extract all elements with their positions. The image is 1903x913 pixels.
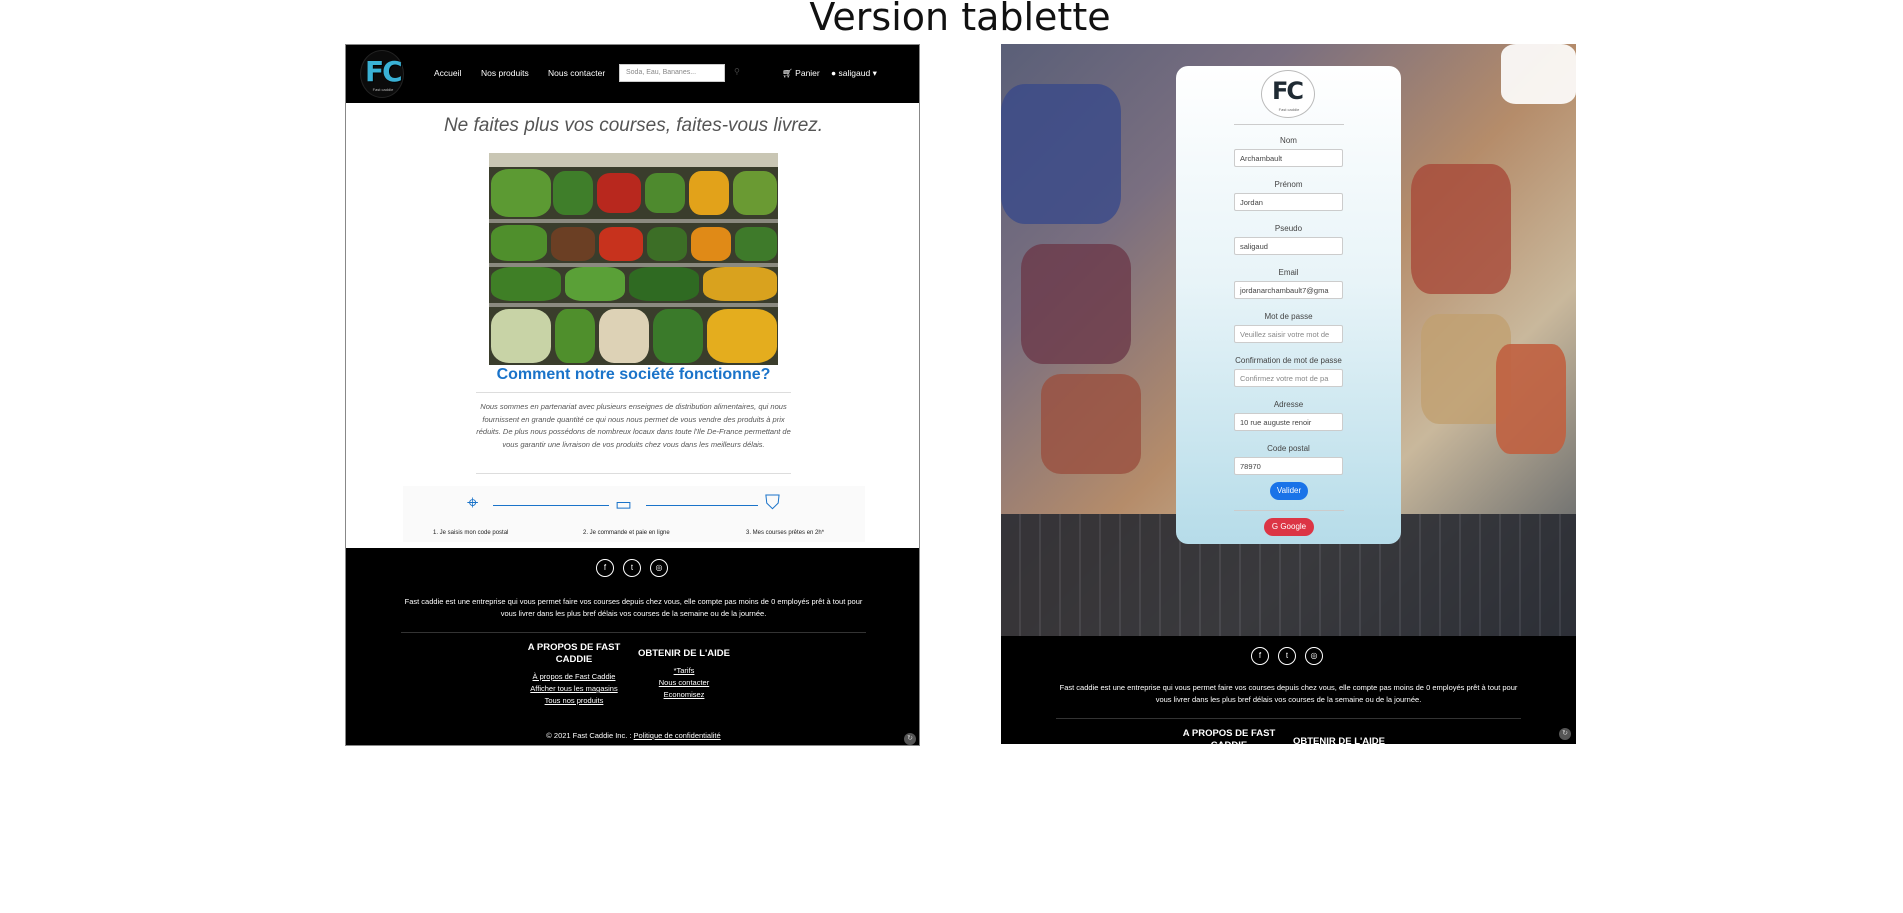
divider [401,632,866,633]
postal-code-field[interactable]: 78970 [1234,457,1343,475]
last-name-field[interactable]: Archambault [1234,149,1343,167]
footer-col-about-title: A PROPOS DE FAST CADDIE [1182,728,1276,744]
field-label: Mot de passe [1264,312,1313,321]
badge-icon: ↻ [904,733,916,745]
logo: FC Fast caddie [1261,70,1315,118]
field-label: Adresse [1273,400,1304,409]
search-input[interactable]: Soda, Eau, Bananes... [619,64,725,82]
step-label: 2. Je commande et paie en ligne [583,530,670,536]
instagram-icon[interactable]: ◎ [1305,647,1323,665]
user-menu[interactable]: ● saligaud ▾ [831,68,877,79]
shopping-bags-icon: ⛉ [765,492,780,514]
nav-link-home[interactable]: Accueil [434,68,461,78]
footer: f t ◎ Fast caddie est une entreprise qui… [1001,636,1576,744]
cart-label: Panier [795,68,820,78]
footer-link[interactable]: Afficher tous les magasins [524,684,624,693]
register-form: FC Fast caddie Nom Archambault Prénom Jo… [1176,66,1401,544]
step-label: 3. Mes courses prêtes en 2h* [746,530,825,536]
facebook-icon[interactable]: f [1251,647,1269,665]
cart-icon: 🛒︎ [782,68,793,78]
facebook-icon[interactable]: f [596,559,614,577]
tablet-register-screenshot: FC Fast caddie Nom Archambault Prénom Jo… [1001,44,1576,744]
instagram-icon[interactable]: ◎ [650,559,668,577]
password-confirm-field[interactable]: Confirmez votre mot de pa [1234,369,1343,387]
footer-description: Fast caddie est une entreprise qui vous … [404,597,863,618]
submit-button[interactable]: Valider [1270,482,1308,500]
caret-down-icon: ▾ [872,68,877,78]
nav-link-contact[interactable]: Nous contacter [548,68,605,78]
footer-link[interactable]: *Tarifs [634,666,734,675]
logo[interactable]: FC Fast caddie [360,50,404,98]
grocery-shelf-image [489,153,778,365]
footer-link[interactable]: À propos de Fast Caddie [524,672,624,681]
password-field[interactable]: Veuillez saisir votre mot de [1234,325,1343,343]
google-login-button[interactable]: G Google [1264,518,1314,536]
field-label: Nom [1280,136,1297,145]
footer-link[interactable]: Nous contacter [634,678,734,687]
footer-link[interactable]: Tous nos produits [524,696,624,705]
footer-col-help-title: OBTENIR DE L'AIDE [1293,736,1385,744]
credit-card-icon: ▭ [615,494,633,514]
step-label: 1. Je saisis mon code postal [433,530,509,536]
logo-text: FC [365,55,403,88]
divider [1234,510,1344,511]
nav-link-products[interactable]: Nos produits [481,68,529,78]
twitter-icon[interactable]: t [623,559,641,577]
google-label: Google [1280,522,1307,531]
cart-link[interactable]: 🛒︎ Panier [782,68,820,79]
field-label: Confirmation de mot de passe [1235,356,1342,365]
copyright-text: © 2021 Fast Caddie Inc. : [546,731,632,740]
privacy-link[interactable]: Politique de confidentialité [634,731,721,740]
map-pin-icon: ⌖ [467,492,479,514]
google-icon: G [1271,522,1279,531]
logo-subtitle: Fast caddie [372,87,394,92]
username-field[interactable]: saligaud [1234,237,1343,255]
field-label: Email [1278,268,1299,277]
footer-link[interactable]: Economisez [634,690,734,699]
user-icon: ● [831,68,837,78]
page-title: Version tablette [809,0,1111,39]
tablet-home-screenshot: FC Fast caddie Accueil Nos produits Nous… [345,44,920,746]
search-icon[interactable]: ⚲ [734,67,740,76]
divider [476,392,791,393]
footer-description: Fast caddie est une entreprise qui vous … [1059,683,1518,704]
user-name: saligaud [838,68,871,78]
logo-text: FC [1272,77,1304,105]
footer-col-about-title: A PROPOS DE FAST CADDIE [527,642,621,665]
how-it-works-text: Nous sommes en partenariat avec plusieur… [476,402,791,449]
field-label: Code postal [1267,444,1310,453]
field-label: Prénom [1274,180,1303,189]
address-field[interactable]: 10 rue auguste renoir [1234,413,1343,431]
hero-title: Ne faites plus vos courses, faites-vous … [443,115,824,136]
field-label: Pseudo [1274,224,1303,233]
steps-strip: ⌖ ▭ ⛉ 1. Je saisis mon code postal 2. Je… [403,486,865,542]
divider [476,473,791,474]
divider [1234,124,1344,125]
footer: f t ◎ Fast caddie est une entreprise qui… [346,548,919,745]
badge-icon: ↻ [1559,728,1571,740]
first-name-field[interactable]: Jordan [1234,193,1343,211]
how-it-works-title: Comment notre société fonctionne? [496,366,771,383]
footer-col-help-title: OBTENIR DE L'AIDE [638,648,730,659]
navbar: FC Fast caddie Accueil Nos produits Nous… [346,45,919,103]
divider [1056,718,1521,719]
twitter-icon[interactable]: t [1278,647,1296,665]
email-field[interactable]: jordanarchambault7@gma [1234,281,1343,299]
copyright: © 2021 Fast Caddie Inc. : Politique de c… [346,731,919,740]
logo-subtitle: Fast caddie [1278,107,1300,112]
